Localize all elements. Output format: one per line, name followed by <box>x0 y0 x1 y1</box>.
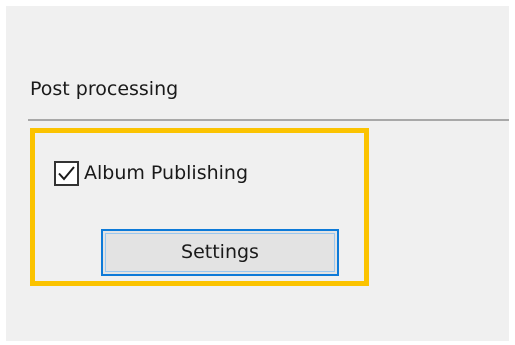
post-processing-group-title: Post processing <box>30 78 179 100</box>
checkbox-box[interactable] <box>54 161 79 186</box>
group-separator <box>28 119 509 121</box>
settings-button-label: Settings <box>181 241 259 263</box>
settings-button[interactable]: Settings <box>101 229 339 276</box>
album-publishing-label[interactable]: Album Publishing <box>84 164 248 183</box>
check-icon <box>58 166 75 181</box>
album-publishing-checkbox[interactable]: Album Publishing <box>54 161 248 186</box>
